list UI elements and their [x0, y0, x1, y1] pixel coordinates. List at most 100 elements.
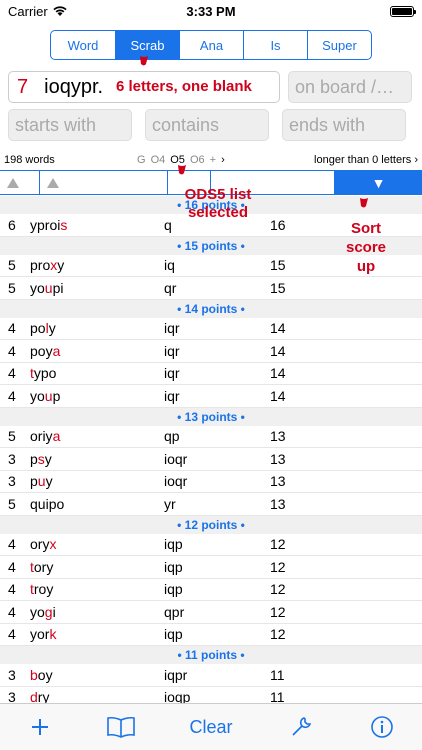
unused-letters: ioqr — [164, 450, 188, 467]
segment-ana[interactable]: Ana — [179, 31, 243, 59]
word: boy — [30, 666, 53, 683]
list-option-o6[interactable]: O6 — [190, 154, 205, 166]
word-score: 12 — [270, 536, 286, 553]
sort-down-icon: ▼ — [371, 174, 386, 191]
word-length: 4 — [8, 581, 16, 598]
segment-word[interactable]: Word — [51, 31, 115, 59]
table-row[interactable]: 4 tory iqp 12 — [0, 556, 422, 579]
table-row[interactable]: 4 york iqp 12 — [0, 624, 422, 646]
word-length: 4 — [8, 603, 16, 620]
word: yprois — [30, 216, 68, 233]
status-bar: Carrier 3:33 PM — [0, 0, 422, 22]
word: poly — [30, 320, 56, 337]
word-score: 14 — [270, 342, 286, 359]
starts-with-field[interactable]: starts with — [8, 109, 132, 141]
blank-letter: u — [37, 473, 46, 490]
word-length: 3 — [8, 473, 16, 490]
list-option-o4[interactable]: O4 — [151, 154, 166, 166]
word: oriya — [30, 428, 61, 445]
table-row[interactable]: 5 youpi qr 15 — [0, 277, 422, 300]
min-length-filter[interactable]: longer than 0 letters › — [314, 154, 418, 166]
word-length: 3 — [8, 689, 16, 703]
table-row[interactable]: 4 yogi qpr 12 — [0, 601, 422, 624]
blank-letter: x — [49, 536, 57, 553]
unused-letters: iqr — [164, 387, 180, 404]
sort-score-button[interactable]: ▼ — [335, 171, 422, 194]
wifi-icon — [53, 6, 67, 16]
pointer-pin-icon — [178, 165, 186, 175]
word-score: 13 — [270, 473, 286, 490]
word-score: 12 — [270, 558, 286, 575]
table-row[interactable]: 4 oryx iqp 12 — [0, 534, 422, 556]
sort-up-icon — [47, 177, 59, 188]
table-row[interactable]: 3 dry ioqp 11 — [0, 687, 422, 703]
word-length: 4 — [8, 558, 16, 575]
table-row[interactable]: 4 typo iqr 14 — [0, 363, 422, 385]
book-icon — [106, 716, 135, 738]
word-length: 5 — [8, 279, 16, 296]
table-row[interactable]: 3 boy iqpr 11 — [0, 664, 422, 687]
unused-letters: iqpr — [164, 666, 188, 683]
word: york — [30, 626, 57, 643]
word-length: 3 — [8, 450, 16, 467]
unused-letters: iqp — [164, 536, 183, 553]
ends-with-field[interactable]: ends with — [282, 109, 406, 141]
blank-letter: a — [52, 342, 61, 359]
word-score: 14 — [270, 365, 286, 382]
bottom-toolbar: Clear — [0, 703, 422, 750]
pointer-pin-icon — [140, 56, 148, 66]
word-length: 4 — [8, 536, 16, 553]
list-option-g[interactable]: G — [137, 154, 146, 166]
table-row[interactable]: 5 oriya qp 13 — [0, 426, 422, 448]
table-row[interactable]: 5 quipo yr 13 — [0, 493, 422, 516]
word-score: 15 — [270, 257, 286, 274]
settings-button[interactable] — [281, 707, 321, 747]
segment-is[interactable]: Is — [243, 31, 307, 59]
letter-count: 7 — [17, 75, 29, 98]
chevron-right-icon[interactable]: › — [221, 154, 225, 166]
contains-field[interactable]: contains — [145, 109, 269, 141]
table-row[interactable]: 4 poya iqr 14 — [0, 340, 422, 363]
word-length: 5 — [8, 428, 16, 445]
blank-letter: d — [30, 689, 38, 703]
clear-button[interactable]: Clear — [181, 707, 241, 747]
word-length: 5 — [8, 257, 16, 274]
word-length: 4 — [8, 342, 16, 359]
unused-letters: ioqr — [164, 473, 188, 490]
table-row[interactable]: 4 poly iqr 14 — [0, 318, 422, 340]
word-score: 12 — [270, 581, 286, 598]
table-row[interactable]: 3 puy ioqr 13 — [0, 471, 422, 493]
word: psy — [30, 450, 52, 467]
unused-letters: iqr — [164, 365, 180, 382]
table-row[interactable]: 4 troy iqp 12 — [0, 579, 422, 601]
word-length: 3 — [8, 666, 16, 683]
word: yogi — [30, 603, 56, 620]
letters-value: ioqypr. — [44, 75, 104, 98]
pointer-pin-icon — [360, 198, 368, 208]
word: youpi — [30, 279, 64, 296]
add-button[interactable] — [20, 707, 60, 747]
unused-letters: ioqp — [164, 689, 191, 703]
score-group-header: • 14 points • — [0, 299, 422, 318]
score-group-header: • 13 points • — [0, 407, 422, 426]
table-row[interactable]: 4 youp iqr 14 — [0, 385, 422, 408]
sort-word-button[interactable] — [40, 171, 168, 194]
word-score: 12 — [270, 626, 286, 643]
segment-super[interactable]: Super — [307, 31, 371, 59]
unused-letters: qr — [164, 279, 177, 296]
word: troy — [30, 581, 54, 598]
list-option-add[interactable]: + — [210, 154, 216, 166]
dictionary-button[interactable] — [101, 707, 141, 747]
word-length: 6 — [8, 216, 16, 233]
word-score: 12 — [270, 603, 286, 620]
blank-letter: u — [44, 387, 53, 404]
word-score: 11 — [270, 689, 285, 703]
wrench-icon — [292, 717, 312, 736]
info-button[interactable] — [362, 707, 402, 747]
word: quipo — [30, 495, 65, 512]
on-board-field[interactable]: on board /… — [288, 71, 412, 103]
sort-length-button[interactable] — [0, 171, 40, 194]
table-row[interactable]: 3 psy ioqr 13 — [0, 448, 422, 471]
mode-segmented-control: Word Scrab Ana Is Super — [50, 30, 372, 60]
word-score: 13 — [270, 450, 286, 467]
